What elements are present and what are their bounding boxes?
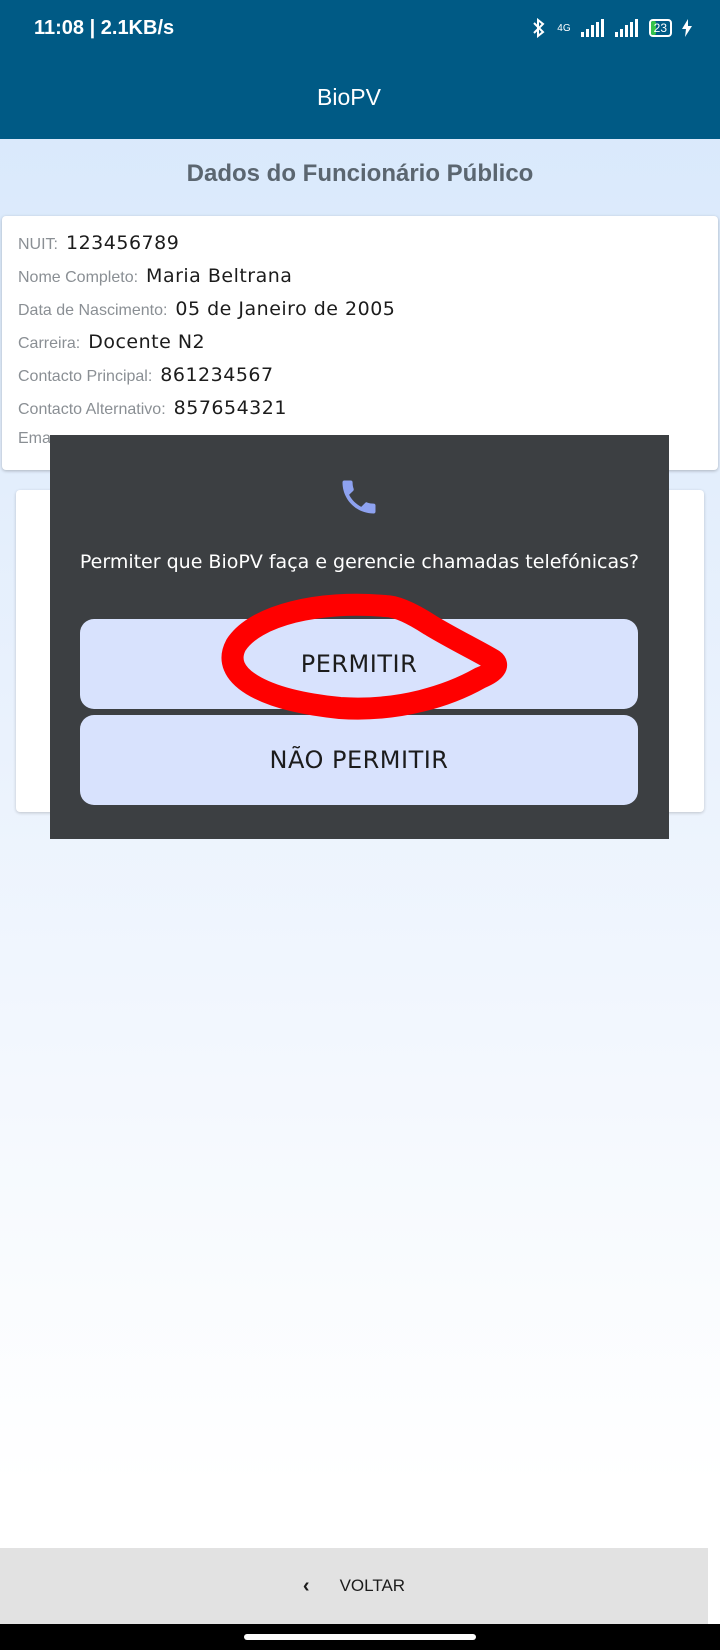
field-value: 123456789 [66, 232, 180, 254]
battery-icon: 23 [648, 19, 672, 37]
field-value: 05 de Janeiro de 2005 [175, 298, 396, 320]
field-alt-contact: Contacto Alternativo: 857654321 [18, 397, 702, 430]
field-main-contact: Contacto Principal: 861234567 [18, 364, 702, 397]
system-nav-bar [0, 1624, 720, 1650]
bottom-bar[interactable]: ‹ VOLTAR [0, 1548, 708, 1624]
permission-dialog: Permiter que BioPV faça e gerencie chama… [50, 435, 669, 839]
home-indicator[interactable] [244, 1634, 476, 1640]
charging-icon [682, 19, 692, 37]
field-label: Nome Completo: [18, 269, 139, 286]
signal-icon [580, 19, 604, 37]
field-label: NUIT: [18, 236, 58, 253]
field-label: Data de Nascimento: [18, 302, 168, 319]
app-title: BioPV [317, 84, 381, 110]
field-value: 861234567 [160, 364, 274, 386]
field-label: Contacto Alternativo: [18, 401, 166, 418]
employee-details-card: NUIT: 123456789 Nome Completo: Maria Bel… [2, 216, 718, 470]
field-label: Contacto Principal: [18, 368, 153, 385]
field-label: Carreira: [18, 335, 81, 352]
allow-button[interactable]: PERMITIR [80, 619, 638, 709]
field-value: Maria Beltrana [146, 265, 293, 287]
bluetooth-icon [533, 18, 545, 38]
dialog-message: Permiter que BioPV faça e gerencie chama… [79, 551, 640, 573]
status-bar: 11:08 | 2.1KB/s 4G 23 [0, 0, 720, 56]
deny-button[interactable]: NÃO PERMITIR [80, 715, 638, 805]
field-nuit: NUIT: 123456789 [18, 232, 702, 265]
signal-icon-2 [614, 19, 638, 37]
field-value: 857654321 [173, 397, 287, 419]
status-icons: 4G 23 [531, 18, 692, 38]
back-button-label[interactable]: VOLTAR [340, 1576, 406, 1596]
chevron-left-icon: ‹ [302, 1574, 310, 1597]
status-time: 11:08 | 2.1KB/s [34, 16, 175, 39]
field-full-name: Nome Completo: Maria Beltrana [18, 265, 702, 298]
field-value: Docente N2 [88, 331, 206, 353]
battery-level: 23 [653, 21, 667, 35]
field-label: Ema [18, 430, 51, 447]
field-birth-date: Data de Nascimento: 05 de Janeiro de 200… [18, 298, 702, 331]
field-career: Carreira: Docente N2 [18, 331, 702, 364]
section-title: Dados do Funcionário Público [186, 160, 534, 187]
phone-icon [342, 480, 376, 514]
app-bar: BioPV [0, 56, 720, 139]
network-type: 4G [557, 22, 571, 34]
